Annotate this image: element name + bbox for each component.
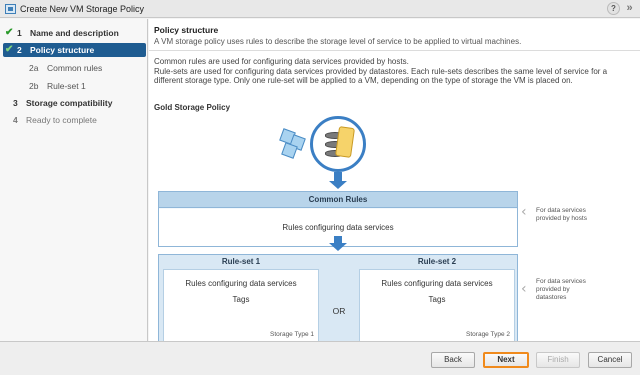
step-policy-structure[interactable]: ✔ 2 Policy structure — [3, 43, 146, 57]
page-description: A VM storage policy uses rules to descri… — [154, 37, 522, 46]
divider — [149, 50, 640, 51]
vm-objects-icon — [277, 128, 306, 160]
or-label: OR — [332, 306, 346, 316]
expand-icon[interactable]: » — [623, 2, 636, 15]
arrow-down-icon — [329, 181, 347, 189]
step-common-rules[interactable]: 2a Common rules — [3, 61, 146, 75]
arrow-down-icon — [329, 243, 347, 251]
rule-set-1-body: Rules configuring data services Tags Sto… — [163, 269, 319, 342]
rule-sets-explanation-2: different storage type. Only one rule-se… — [154, 76, 573, 85]
chevron-left-icon: ‹ — [521, 281, 527, 297]
wizard-steps: ✔ 1 Name and description ✔ 2 Policy struct… — [0, 19, 148, 341]
storage-type-label: Storage Type 2 — [466, 331, 510, 338]
rule-set-1-header: Rule-set 1 — [221, 257, 261, 266]
back-button[interactable]: Back — [431, 352, 475, 368]
step-ready-to-complete: 4 Ready to complete — [13, 115, 97, 125]
common-rules-explanation: Common rules are used for configuring da… — [154, 57, 409, 66]
step-storage-compatibility[interactable]: 3 Storage compatibility — [3, 96, 146, 110]
policy-name: Gold Storage Policy — [154, 103, 231, 112]
wizard-footer: Back Next Finish Cancel — [0, 341, 640, 375]
help-icon[interactable]: ? — [607, 2, 620, 15]
check-icon: ✔ — [5, 44, 14, 55]
storage-type-label: Storage Type 1 — [270, 331, 314, 338]
rule-set-2-header: Rule-set 2 — [417, 257, 457, 266]
check-icon: ✔ — [5, 27, 14, 38]
rule-sets-box: Rule-set 1 Rules configuring data servic… — [158, 254, 518, 345]
chevron-left-icon: ‹ — [521, 204, 527, 220]
title-bar: Create New VM Storage Policy ? » — [0, 0, 640, 18]
step-name-and-description[interactable]: ✔ 1 Name and description — [3, 26, 146, 40]
finish-button: Finish — [536, 352, 580, 368]
note-hosts: For data services provided by hosts — [536, 207, 587, 222]
note-datastores: For data services provided by datastores — [536, 278, 586, 301]
wizard-icon — [5, 4, 16, 14]
page-title: Policy structure — [154, 25, 219, 35]
main-content: Policy structure A VM storage policy use… — [149, 19, 640, 345]
cancel-button[interactable]: Cancel — [588, 352, 632, 368]
next-button[interactable]: Next — [483, 352, 529, 368]
window-title: Create New VM Storage Policy — [20, 4, 145, 14]
step-rule-set-1[interactable]: 2b Rule-set 1 — [3, 79, 146, 93]
common-rules-header: Common Rules — [159, 192, 517, 208]
rule-set-2-body: Rules configuring data services Tags Sto… — [359, 269, 515, 342]
